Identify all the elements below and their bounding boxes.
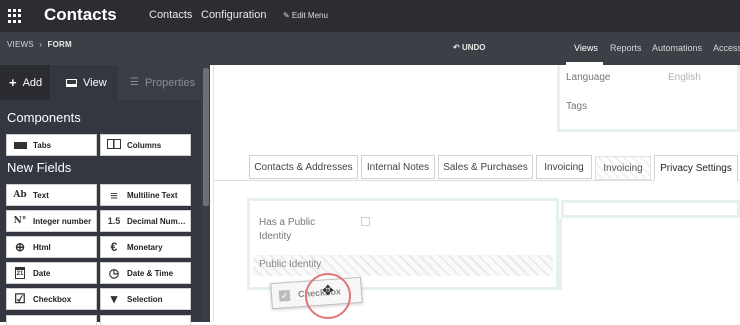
undo-button[interactable]: ↶ UNDO: [453, 43, 486, 52]
monetary-icon: €: [110, 240, 118, 254]
plus-icon: +: [9, 75, 17, 90]
field-decimal-label: Decimal Num…: [127, 216, 186, 226]
monitor-icon: [66, 78, 77, 87]
tabs-icon: [12, 139, 28, 151]
text-icon: Ab: [13, 190, 27, 200]
notebook-tab-privacy-settings[interactable]: Privacy Settings: [654, 155, 738, 181]
properties-icon: ☰: [130, 77, 139, 88]
columns-icon: [106, 139, 122, 151]
datetime-icon: ◷: [108, 266, 120, 280]
multiline-text-icon: ≡: [110, 187, 118, 203]
top-navbar: Contacts Contacts Configuration ✎ Edit M…: [0, 0, 740, 32]
notebook-tab-sales-purchases[interactable]: Sales & Purchases: [438, 155, 533, 179]
checkbox-icon: ✓: [278, 289, 291, 302]
drop-zone-right-column[interactable]: [559, 218, 740, 290]
drop-zone-group[interactable]: [247, 198, 559, 290]
public-identity-label[interactable]: Public Identity: [259, 259, 321, 270]
has-public-identity-checkbox[interactable]: [361, 217, 370, 226]
tab-reports[interactable]: Reports: [610, 43, 642, 53]
tab-views[interactable]: Views: [574, 43, 598, 53]
new-fields-heading: New Fields: [7, 160, 72, 175]
breadcrumb: VIEWS › FORM: [7, 40, 72, 49]
notebook-tab-invoicing-drag-ghost[interactable]: Invoicing: [595, 156, 651, 180]
field-selection-label: Selection: [127, 294, 163, 304]
selection-icon: ▾: [110, 291, 118, 306]
components-heading: Components: [7, 110, 81, 125]
tab-access[interactable]: Access: [713, 43, 740, 53]
sidebar-scrollbar-thumb[interactable]: [203, 68, 209, 206]
undo-icon: ↶: [453, 43, 460, 52]
field-text-label: Text: [33, 190, 49, 200]
field-selection[interactable]: ▾ Selection: [100, 288, 191, 310]
form-sheet-edge: [213, 65, 214, 322]
notebook-tab-contacts-addresses[interactable]: Contacts & Addresses: [249, 155, 358, 179]
field-html[interactable]: ⊕ Html: [6, 236, 97, 258]
field-checkbox[interactable]: ☑ Checkbox: [6, 288, 97, 310]
field-decimal[interactable]: 1.5 Decimal Num…: [100, 210, 191, 232]
move-cursor-icon: ✥: [322, 283, 334, 299]
sidebar-tab-add-label: Add: [22, 76, 43, 89]
has-public-identity-line1: Has a Public: [259, 217, 316, 228]
integer-icon: N°: [13, 216, 27, 226]
field-datetime[interactable]: ◷ Date & Time: [100, 262, 191, 284]
field-multiline-text[interactable]: ≡ Multiline Text: [100, 184, 191, 206]
field-datetime-label: Date & Time: [127, 268, 174, 278]
undo-label: UNDO: [461, 43, 486, 52]
studio-toolbar: VIEWS › FORM ↶ UNDO Views Reports Automa…: [0, 32, 740, 65]
language-label[interactable]: Language: [566, 72, 611, 83]
date-icon-glyph: 21: [14, 267, 26, 279]
breadcrumb-views[interactable]: VIEWS: [7, 40, 34, 49]
sidebar-tab-view-label: View: [83, 76, 107, 89]
field-checkbox-label: Checkbox: [33, 294, 72, 304]
html-icon: ⊕: [14, 240, 26, 254]
notebook-tab-internal-notes[interactable]: Internal Notes: [361, 155, 435, 179]
studio-sidebar: + Add View ☰ Properties Components Tabs …: [0, 65, 201, 325]
field-multiline-text-label: Multiline Text: [127, 190, 178, 200]
language-value[interactable]: English: [668, 72, 701, 83]
component-columns-label: Columns: [127, 140, 162, 150]
sidebar-tab-add[interactable]: + Add: [0, 65, 50, 100]
field-html-label: Html: [33, 242, 51, 252]
checkbox-icon: ☑: [14, 291, 26, 306]
has-public-identity-label[interactable]: Has a Public Identity: [259, 216, 315, 244]
field-text[interactable]: Ab Text: [6, 184, 97, 206]
menu-configuration[interactable]: Configuration: [201, 9, 266, 21]
breadcrumb-form: FORM: [47, 40, 72, 49]
component-tabs-label: Tabs: [33, 140, 52, 150]
date-icon: 21: [12, 267, 28, 279]
field-integer[interactable]: N° Integer number: [6, 210, 97, 232]
tags-label[interactable]: Tags: [566, 101, 587, 112]
sidebar-tab-properties[interactable]: ☰ Properties: [118, 65, 201, 100]
field-date-label: Date: [33, 268, 51, 278]
sidebar-tab-view[interactable]: View: [50, 65, 118, 100]
sidebar-tabs: + Add View ☰ Properties: [0, 65, 201, 100]
component-tabs[interactable]: Tabs: [6, 134, 97, 156]
edit-menu-link[interactable]: ✎ Edit Menu: [283, 11, 328, 20]
field-integer-label: Integer number: [33, 216, 92, 226]
component-columns[interactable]: Columns: [100, 134, 191, 156]
field-monetary[interactable]: € Monetary: [100, 236, 191, 258]
has-public-identity-line2: Identity: [259, 231, 292, 242]
breadcrumb-separator: ›: [39, 40, 43, 49]
drop-zone-column-header[interactable]: [561, 200, 740, 218]
apps-menu-icon[interactable]: [8, 9, 22, 23]
menu-contacts[interactable]: Contacts: [149, 9, 192, 21]
field-date[interactable]: 21 Date: [6, 262, 97, 284]
tab-automations[interactable]: Automations: [652, 43, 702, 53]
decimal-icon: 1.5: [107, 216, 121, 226]
field-monetary-label: Monetary: [127, 242, 163, 252]
field-more-left[interactable]: [6, 315, 97, 325]
app-title[interactable]: Contacts: [44, 5, 117, 25]
sidebar-tab-properties-label: Properties: [144, 76, 196, 89]
notebook-tab-invoicing[interactable]: Invoicing: [536, 155, 592, 179]
field-more-right[interactable]: [100, 315, 191, 325]
